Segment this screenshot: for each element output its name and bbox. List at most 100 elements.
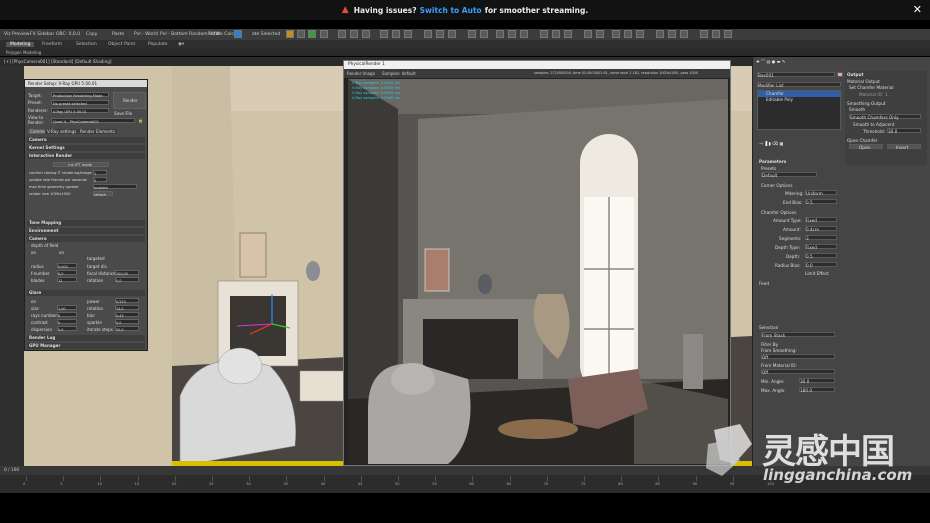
depth-type-select[interactable]: Fixed (805, 244, 837, 250)
threshold-field[interactable]: 30.0 (887, 128, 921, 134)
smooth-to-adjacent-checkbox[interactable]: Smooth to Adjacent (853, 122, 894, 127)
max-angle-field[interactable]: 180.0 (799, 387, 835, 393)
toolbar-item[interactable]: Viz Preview (4, 32, 30, 37)
samples-select[interactable]: Samples: default (382, 71, 416, 76)
fur-icon[interactable] (668, 30, 676, 38)
move-icon[interactable] (362, 30, 370, 38)
tab-object-paint[interactable]: Object Paint (108, 42, 135, 47)
section-kernel[interactable]: Kernel Settings (27, 145, 145, 151)
radius-bias-field[interactable]: 0.0 (805, 262, 837, 268)
material-icon[interactable] (540, 30, 548, 38)
run-ipr-button[interactable]: run IPT mode (53, 162, 109, 167)
section-camera[interactable]: Camera (27, 137, 145, 143)
toolbar-item[interactable]: Copy (86, 32, 97, 37)
max-angle-label[interactable]: Max. Angle: (761, 388, 786, 393)
polygon-modeling-label[interactable]: Polygon Modeling (6, 50, 41, 55)
vray-icon[interactable] (584, 30, 592, 38)
table-icon[interactable] (320, 30, 328, 38)
smooth-select[interactable]: Smooth Chamfers Only (849, 114, 921, 120)
curve-icon[interactable] (508, 30, 516, 38)
scale-icon[interactable] (297, 30, 305, 38)
section-camera-dof[interactable]: Camera (27, 236, 145, 242)
ir-row-field[interactable]: 5 (93, 177, 107, 183)
section-render-log[interactable]: Render Log (27, 335, 145, 341)
material-id-value[interactable]: 1 (885, 92, 888, 97)
paint-icon[interactable] (404, 30, 412, 38)
section-glare[interactable]: Glare (27, 290, 145, 296)
mitering-select[interactable]: Uniform (805, 190, 837, 196)
from-material-select[interactable]: Off (761, 369, 835, 375)
save-file-checkbox[interactable]: Save File (114, 111, 132, 116)
set-chamfer-material-checkbox[interactable]: Set Chamfer Material (849, 85, 894, 90)
glare-field[interactable]: 6 (57, 312, 77, 318)
ir-row-field[interactable]: 1 (93, 170, 107, 176)
cam-label[interactable]: targeted (87, 256, 105, 261)
toolbar-item[interactable]: Pvl - World (134, 32, 158, 37)
magnet-icon[interactable] (338, 30, 346, 38)
presets-select[interactable]: Default (761, 172, 817, 178)
open-button[interactable]: Open (849, 144, 883, 150)
glare-field[interactable]: 23,0 (115, 305, 139, 311)
switch-to-auto-link[interactable]: Switch to Auto (420, 6, 482, 15)
parameters-rollout[interactable]: Parameters (759, 159, 786, 164)
tab-selection[interactable]: Selection (76, 42, 97, 47)
preset-select[interactable]: No preset selected (51, 100, 109, 106)
proxy-icon[interactable] (656, 30, 664, 38)
render-image-select[interactable]: Render Image (347, 71, 375, 76)
vfb-icon[interactable] (596, 30, 604, 38)
glare-field[interactable]: 50,0 (115, 326, 139, 332)
ir-refresh-button[interactable]: refresh (93, 191, 113, 197)
sun-icon[interactable] (624, 30, 632, 38)
tab-populate[interactable]: Populate (148, 42, 168, 47)
render-image[interactable]: V-Ray samples: 0.0000 ms V-Ray samples: … (348, 79, 728, 464)
cam-field[interactable]: 8,0 (57, 270, 77, 276)
layer-icon[interactable] (496, 30, 504, 38)
depth-field[interactable]: 0.5 (805, 253, 837, 259)
section-tone-mapping[interactable]: Tone Mapping (27, 220, 145, 226)
mirror-icon[interactable] (468, 30, 476, 38)
scan-icon[interactable] (724, 30, 732, 38)
teapot-icon[interactable] (286, 30, 294, 38)
ribbon-options-icon[interactable]: ◉▾ (178, 42, 184, 47)
from-smoothing-select[interactable]: Off (761, 354, 835, 360)
amount-field[interactable]: 0.4cm (805, 226, 837, 232)
glare-field[interactable]: 0,0 (57, 326, 77, 332)
tab-vray-settings[interactable]: V-Ray settings (45, 129, 79, 134)
toolbar-item[interactable]: OBC: 0,0,0 (56, 32, 80, 37)
object-name-field[interactable]: Box001 (757, 72, 835, 78)
renderer-select[interactable]: V-Ray GPU 5.00.01 (51, 108, 109, 114)
schematic-icon[interactable] (520, 30, 528, 38)
camera-icon[interactable] (712, 30, 720, 38)
glare-field[interactable]: 0,523 (115, 298, 139, 304)
render-setup-title[interactable]: Render Setup: V-Ray GPU 5.00.01 (25, 80, 147, 87)
section-environment[interactable]: Environment (27, 228, 145, 234)
object-color-swatch[interactable] (837, 72, 843, 77)
tab-modeling[interactable]: Modeling (6, 42, 35, 47)
target-select[interactable]: Production Rendering Mode (51, 92, 109, 98)
cam-field[interactable]: 12 (57, 277, 77, 283)
frame-buffer-title[interactable]: PhysicalRender 1 (344, 61, 730, 69)
percent-snap-icon[interactable] (448, 30, 456, 38)
toolbar-item[interactable]: Paste (112, 32, 124, 37)
min-angle-label[interactable]: Min. Angle: (761, 379, 784, 384)
sphere-icon[interactable] (700, 30, 708, 38)
pin-stack-icon[interactable]: ⊣ ▐ ▮ ⌫ ▦ (759, 141, 783, 146)
selection-select[interactable]: From Stack (761, 332, 835, 338)
glare-field[interactable]: 0,0 (115, 319, 139, 325)
toolbar-item[interactable]: ate Selected (252, 32, 280, 37)
output-title[interactable]: Output (847, 72, 864, 77)
select-icon[interactable] (380, 30, 388, 38)
rotate-icon[interactable] (350, 30, 358, 38)
view-to-render-select[interactable]: Quad 4 - PhysCamera001 (51, 118, 135, 124)
plane-icon[interactable] (680, 30, 688, 38)
modifier-list-select[interactable]: Modifier List (757, 82, 841, 88)
section-gpu-manager[interactable]: GPU Manager (27, 343, 145, 349)
render-setup-icon[interactable] (552, 30, 560, 38)
cam-field[interactable]: 0,000 (57, 263, 77, 269)
frame-window-icon[interactable] (564, 30, 572, 38)
smooth-checkbox[interactable]: Smooth (849, 107, 865, 112)
lasso-icon[interactable] (392, 30, 400, 38)
tab-freeform[interactable]: Freeform (42, 42, 62, 47)
render-button[interactable]: Render (113, 92, 146, 109)
amount-type-select[interactable]: Fixed (805, 217, 837, 223)
